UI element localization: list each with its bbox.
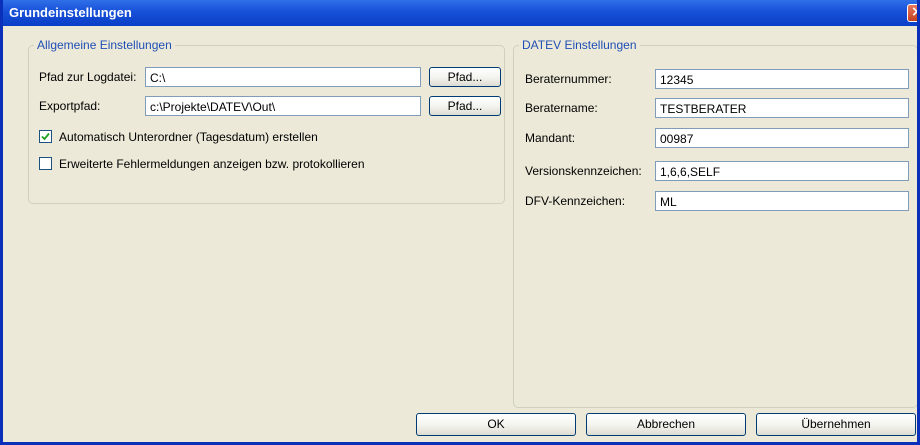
advisor-number-input[interactable]: 12345: [655, 69, 909, 89]
export-path-label: Exportpfad:: [39, 99, 101, 113]
window-title: Grundeinstellungen: [9, 5, 132, 20]
version-code-label: Versionskennzeichen:: [525, 164, 642, 178]
datev-settings-group: DATEV Einstellungen: [513, 38, 917, 408]
settings-dialog: Grundeinstellungen × Allgemeine Einstell…: [0, 0, 920, 445]
general-settings-legend: Allgemeine Einstellungen: [37, 38, 172, 52]
ok-button[interactable]: OK: [416, 413, 576, 436]
version-code-input[interactable]: 1,6,6,SELF: [655, 161, 909, 181]
cancel-button[interactable]: Abbrechen: [586, 413, 746, 436]
general-settings-group: Allgemeine Einstellungen: [28, 38, 505, 204]
close-icon[interactable]: ×: [907, 4, 917, 22]
advisor-number-label: Beraternummer:: [525, 72, 612, 86]
auto-subfolder-checkbox[interactable]: [39, 130, 52, 143]
log-path-input[interactable]: C:\: [145, 67, 421, 87]
client-input[interactable]: 00987: [655, 128, 909, 148]
export-path-input[interactable]: c:\Projekte\DATEV\Out\: [145, 96, 421, 116]
title-bar[interactable]: Grundeinstellungen ×: [3, 0, 917, 26]
dfv-code-label: DFV-Kennzeichen:: [525, 194, 626, 208]
apply-button[interactable]: Übernehmen: [756, 413, 916, 436]
checkmark-icon: [41, 132, 50, 141]
client-label: Mandant:: [525, 131, 576, 145]
extended-errors-checkbox[interactable]: [39, 157, 52, 170]
extended-errors-label: Erweiterte Fehlermeldungen anzeigen bzw.…: [59, 157, 365, 171]
export-path-browse-button[interactable]: Pfad...: [429, 96, 501, 116]
advisor-name-input[interactable]: TESTBERATER: [655, 98, 909, 118]
log-path-browse-button[interactable]: Pfad...: [429, 67, 501, 87]
dfv-code-input[interactable]: ML: [655, 191, 909, 211]
auto-subfolder-label: Automatisch Unterordner (Tagesdatum) ers…: [59, 130, 318, 144]
log-path-label: Pfad zur Logdatei:: [39, 70, 137, 84]
advisor-name-label: Beratername:: [525, 101, 598, 115]
datev-settings-legend: DATEV Einstellungen: [522, 38, 637, 52]
